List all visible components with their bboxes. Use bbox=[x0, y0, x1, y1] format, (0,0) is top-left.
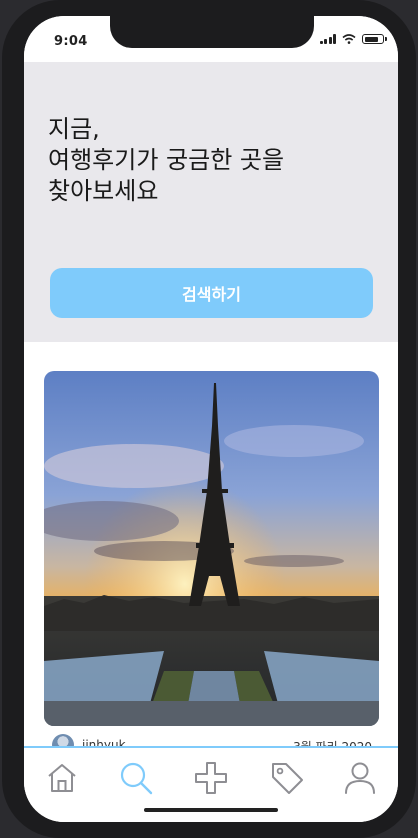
status-icons bbox=[319, 34, 387, 44]
headline-line: 여행후기가 궁금한 곳을 bbox=[48, 146, 285, 174]
wifi-icon bbox=[342, 34, 356, 44]
post-photo bbox=[44, 371, 379, 726]
battery-level bbox=[364, 36, 379, 42]
phone-frame: 9:04 지금, 여행후기가 궁금한 곳을 찾아보세요 검색하기 jinhyuk bbox=[2, 0, 416, 838]
tab-search[interactable] bbox=[116, 758, 156, 798]
hero-section: 지금, 여행후기가 궁금한 곳을 찾아보세요 검색하기 bbox=[24, 62, 398, 342]
tab-profile[interactable] bbox=[340, 758, 380, 798]
headline-line: 지금, bbox=[48, 115, 100, 143]
tab-home[interactable] bbox=[42, 758, 82, 798]
status-time: 9:04 bbox=[54, 34, 88, 49]
post-card[interactable] bbox=[44, 371, 379, 726]
app-screen: 9:04 지금, 여행후기가 궁금한 곳을 찾아보세요 검색하기 jinhyuk bbox=[24, 16, 398, 822]
plus-icon bbox=[195, 762, 227, 794]
search-button[interactable]: 검색하기 bbox=[50, 268, 373, 318]
tab-tags[interactable] bbox=[267, 758, 307, 798]
cellular-signal-icon bbox=[319, 34, 336, 44]
tab-add[interactable] bbox=[191, 758, 231, 798]
headline-line: 찾아보세요 bbox=[48, 177, 159, 205]
hero-headline: 지금, 여행후기가 궁금한 곳을 찾아보세요 bbox=[48, 114, 348, 207]
search-icon bbox=[120, 762, 153, 795]
battery-icon bbox=[362, 34, 387, 44]
tab-bar bbox=[24, 746, 398, 822]
tag-icon bbox=[272, 763, 303, 794]
user-icon bbox=[345, 762, 375, 794]
device-notch bbox=[110, 16, 314, 48]
home-indicator bbox=[144, 808, 278, 812]
home-icon bbox=[48, 764, 76, 792]
